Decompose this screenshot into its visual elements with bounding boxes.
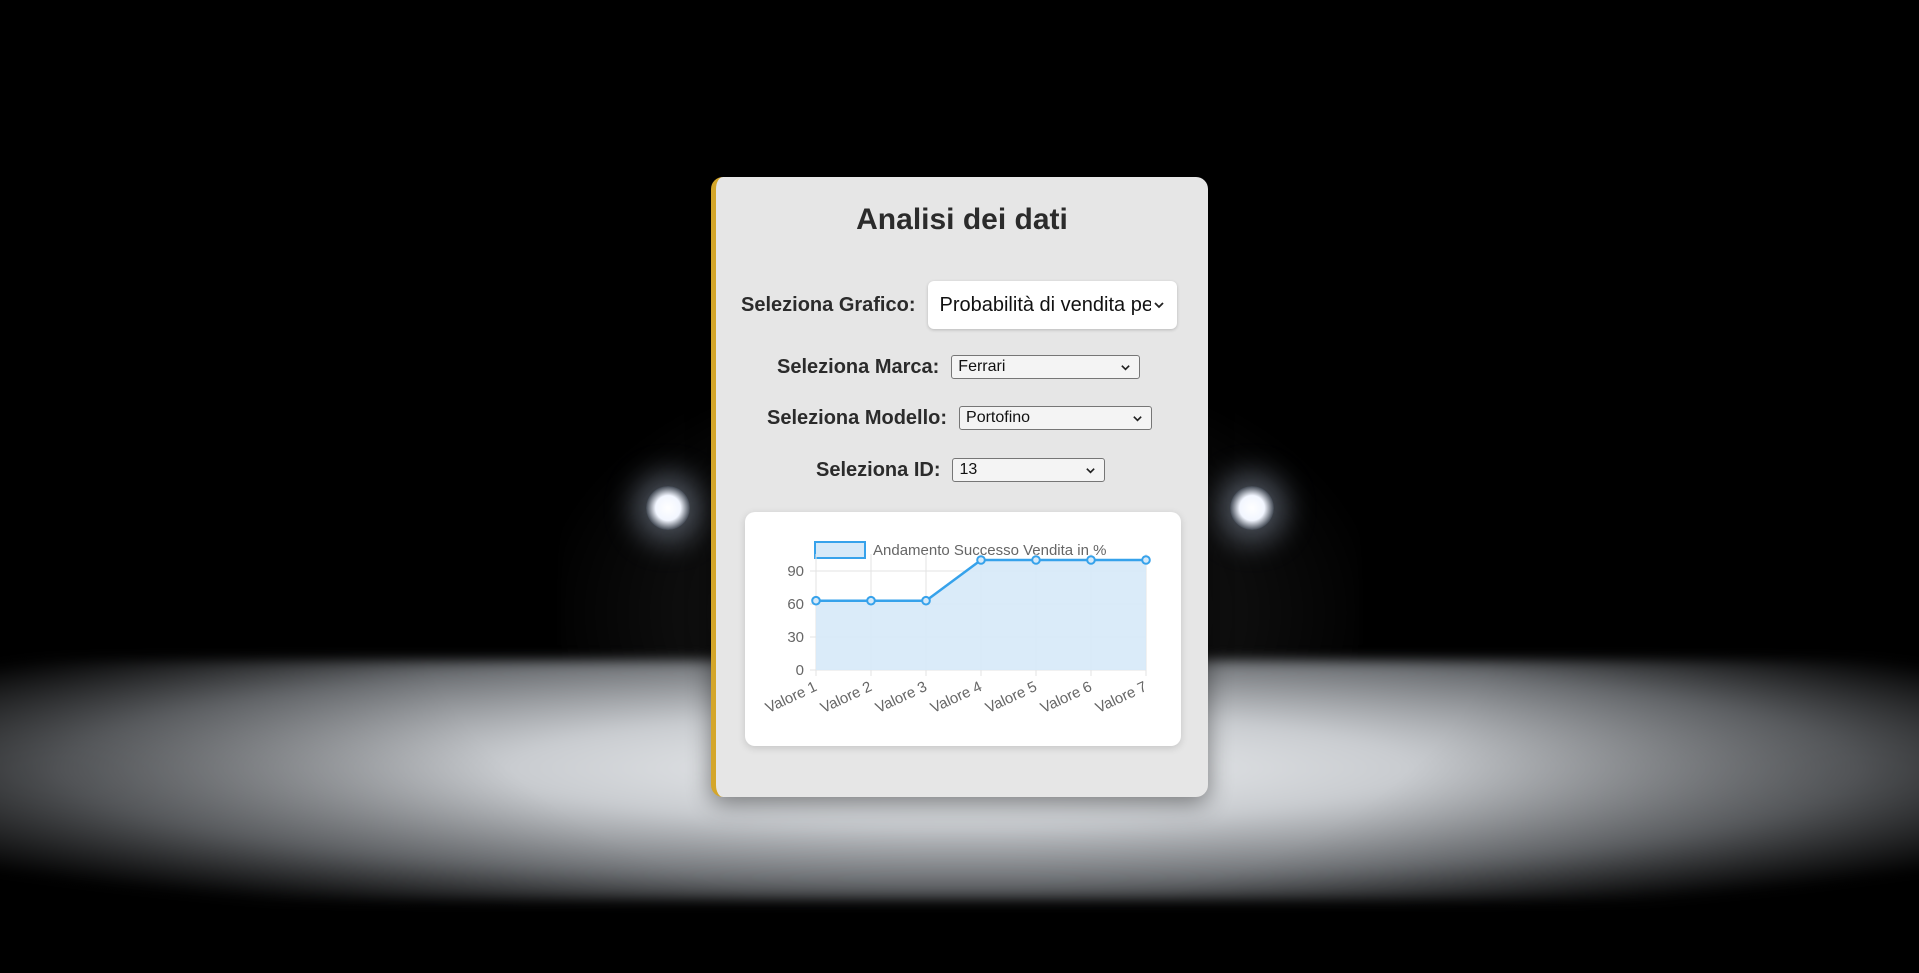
x-tick-label: Valore 1 — [763, 678, 820, 717]
x-tick-label: Valore 7 — [1093, 678, 1150, 717]
id-select[interactable]: 13 — [952, 458, 1106, 482]
sales-chart: Andamento Successo Vendita in % 0 30 60 90 Va… — [763, 541, 1151, 717]
chevron-down-icon — [1129, 410, 1145, 426]
data-point — [1031, 555, 1041, 565]
legend-swatch — [814, 541, 866, 559]
x-tick-label: Valore 5 — [983, 678, 1040, 717]
x-tick-label: Valore 2 — [818, 678, 875, 717]
series-area — [816, 560, 1146, 670]
modello-select[interactable]: Portofino — [959, 406, 1153, 430]
marca-row: Seleziona Marca: Ferrari — [777, 355, 1141, 379]
chevron-down-icon — [1151, 297, 1167, 313]
data-point — [1141, 555, 1151, 565]
y-tick-label: 90 — [787, 563, 804, 580]
id-select-value: 13 — [959, 461, 978, 478]
modello-row: Seleziona Modello: Portofino — [767, 406, 1153, 430]
x-tick-label: Valore 6 — [1038, 678, 1095, 717]
marca-label: Seleziona Marca: — [777, 355, 940, 378]
data-point — [976, 555, 986, 565]
grafico-row: Seleziona Grafico: Probabilità di vendit… — [741, 281, 1177, 329]
marca-select-value: Ferrari — [958, 358, 1006, 375]
x-tick-label: Valore 3 — [873, 678, 930, 717]
legend-label: Andamento Successo Vendita in % — [873, 542, 1106, 559]
id-row: Seleziona ID: 13 — [816, 458, 1106, 482]
data-point — [1086, 555, 1096, 565]
modello-label: Seleziona Modello: — [767, 406, 948, 429]
marca-select[interactable]: Ferrari — [951, 355, 1141, 379]
y-tick-label: 60 — [787, 596, 804, 613]
modello-select-value: Portofino — [966, 409, 1031, 426]
y-tick-label: 30 — [787, 629, 804, 646]
y-tick-label: 0 — [796, 662, 804, 679]
data-point — [921, 595, 931, 606]
page-title: Analisi dei dati — [856, 203, 1068, 236]
data-point — [866, 595, 876, 606]
grafico-label: Seleziona Grafico: — [741, 293, 916, 316]
data-point — [811, 595, 821, 606]
id-label: Seleziona ID: — [816, 458, 941, 481]
grafico-select[interactable]: Probabilità di vendita pe — [927, 281, 1177, 329]
chevron-down-icon — [1117, 359, 1133, 375]
grafico-select-value: Probabilità di vendita pe — [939, 293, 1151, 316]
analysis-panel: Analisi dei dati Seleziona Grafico: Prob… — [711, 177, 1208, 797]
x-tick-label: Valore 4 — [928, 678, 985, 717]
chevron-down-icon — [1082, 462, 1098, 478]
chart-card: Andamento Successo Vendita in % 0 30 60 90 Va… — [745, 512, 1181, 746]
